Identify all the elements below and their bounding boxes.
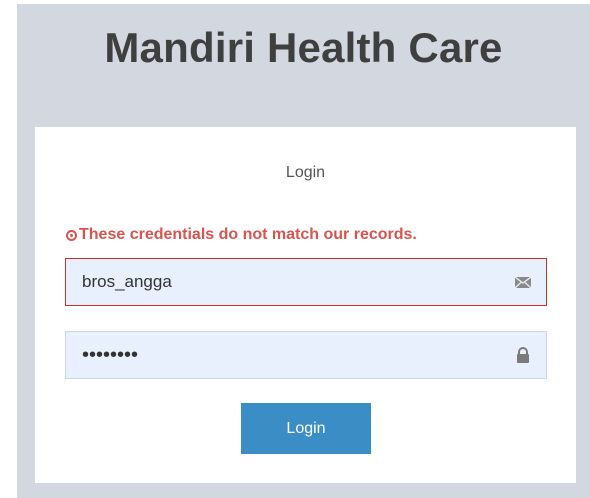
login-button[interactable]: Login [241,403,371,454]
username-input[interactable] [66,259,546,305]
error-message: These credentials do not match our recor… [66,225,417,245]
login-panel: Login These credentials do not match our… [35,127,576,483]
lock-icon [517,347,529,363]
error-circle-icon [66,229,77,241]
login-heading: Login [285,164,326,181]
app-title: Mandiri Health Care [104,24,503,71]
error-message-text: These credentials do not match our recor… [79,226,417,243]
username-field [65,258,547,306]
password-input[interactable] [66,332,546,378]
password-field [65,331,547,379]
envelope-icon [514,276,532,289]
login-page: Mandiri Health Care Login These credenti… [0,0,590,498]
